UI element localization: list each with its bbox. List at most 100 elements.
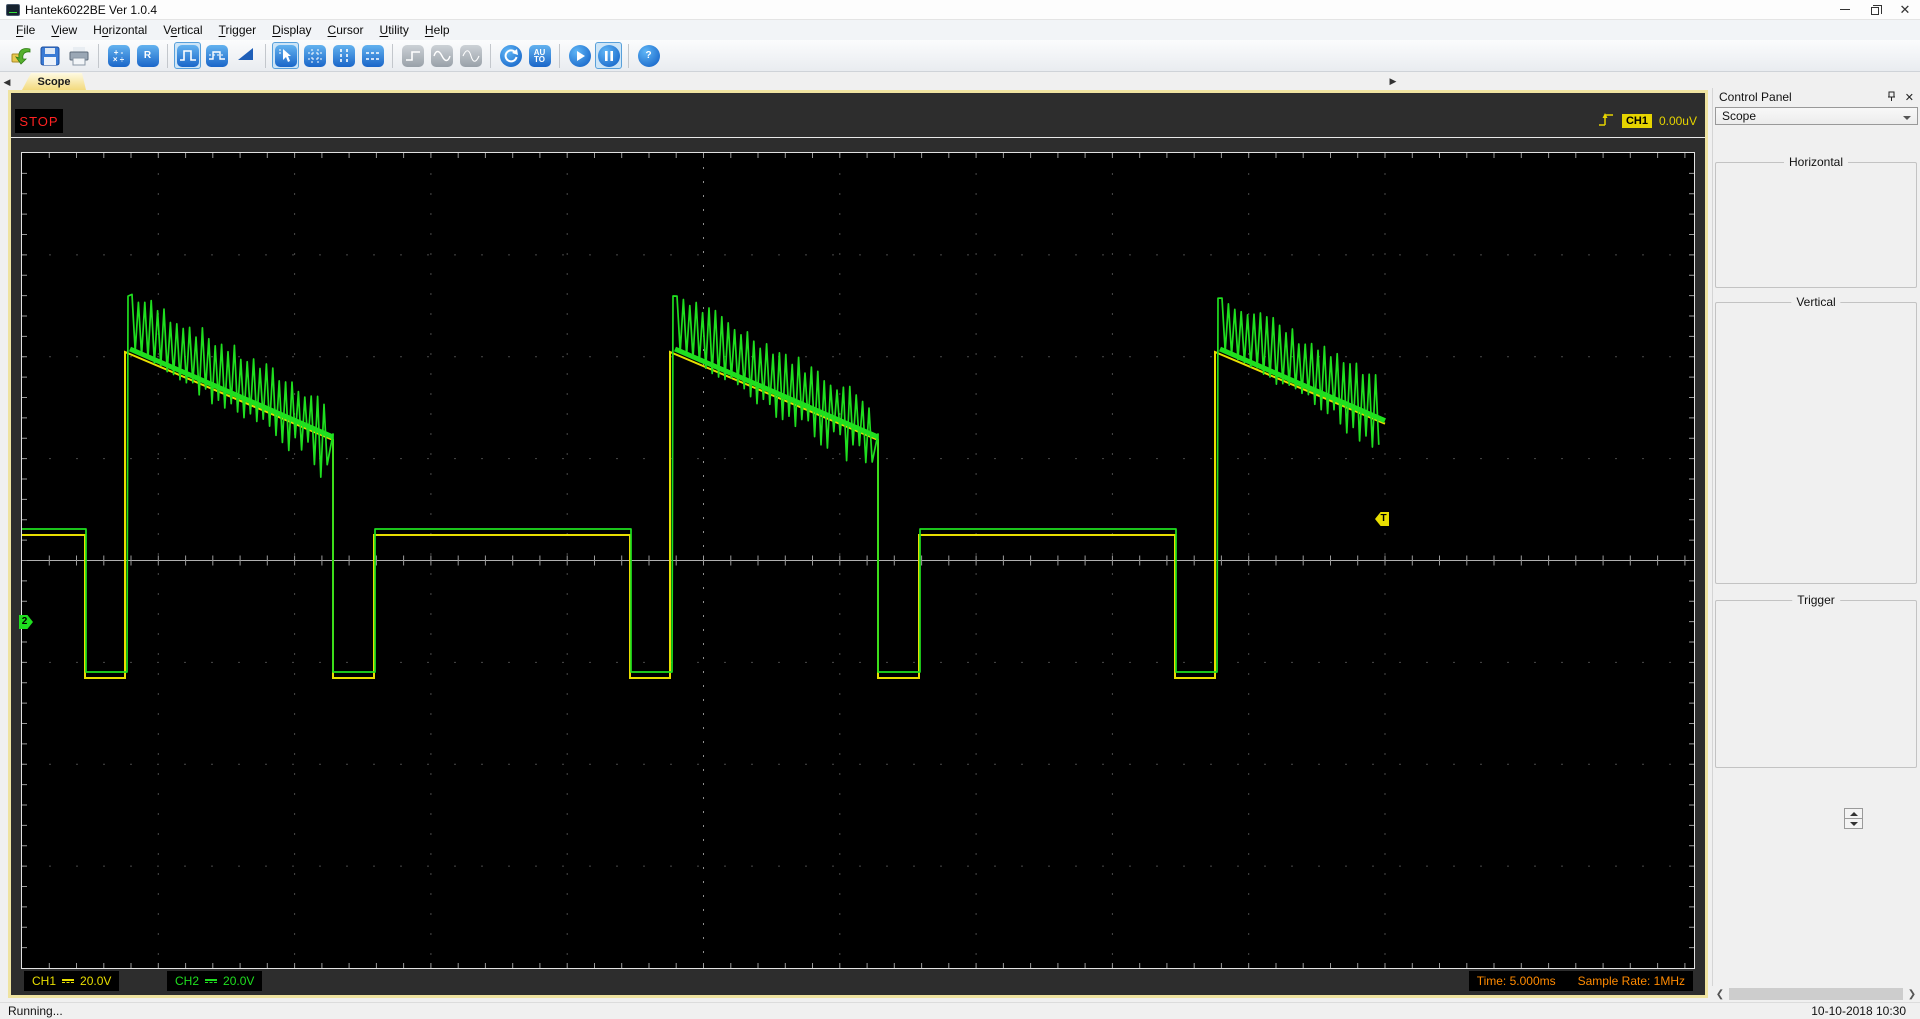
- pointer-cursor-icon: [274, 44, 297, 67]
- tab-scroll-left-icon[interactable]: ◀: [0, 75, 14, 90]
- menu-item-display[interactable]: Display: [264, 21, 319, 39]
- square-wave-button[interactable]: [174, 42, 201, 69]
- ch2-scale-readout: CH2 20.0V: [167, 971, 263, 991]
- run-status-badge: STOP: [15, 109, 63, 133]
- ch1-scale-readout: CH1 20.0V: [24, 971, 120, 991]
- horizontal-group: Horizontal: [1715, 155, 1917, 288]
- math-button[interactable]: + - × ÷: [105, 42, 132, 69]
- toolbar-separator: [392, 43, 393, 68]
- app-icon: [6, 3, 20, 16]
- menu-item-file[interactable]: File: [8, 21, 43, 39]
- close-panel-icon[interactable]: ✕: [1905, 91, 1914, 104]
- grid-cursor-button[interactable]: [301, 42, 328, 69]
- ch2-trace: [22, 293, 1380, 673]
- trigger-group-title: Trigger: [1792, 593, 1840, 607]
- control-panel-header: Control Panel ✕: [1713, 88, 1920, 106]
- vertical-cursors-icon: [332, 44, 355, 67]
- menu-item-horizontal[interactable]: Horizontal: [85, 21, 155, 39]
- vertical-cursors-button[interactable]: [330, 42, 357, 69]
- help-button[interactable]: ?: [635, 42, 662, 69]
- tab-strip: ◀ Scope ▶: [0, 72, 1404, 90]
- minimize-icon: [1840, 9, 1850, 10]
- tab-scroll-right-icon[interactable]: ▶: [1386, 74, 1400, 89]
- save-button[interactable]: [36, 42, 63, 69]
- print-button[interactable]: [65, 42, 92, 69]
- auto-icon: AU TO: [528, 44, 551, 67]
- spin-down-button[interactable]: [1844, 818, 1863, 829]
- menu-item-help[interactable]: Help: [417, 21, 458, 39]
- close-icon: ✕: [1899, 2, 1911, 17]
- auto-setup-button[interactable]: [497, 42, 524, 69]
- save-icon: [39, 45, 61, 67]
- control-panel-scrollbar[interactable]: ❮ ❯: [1712, 986, 1920, 1002]
- print-icon: [68, 45, 90, 67]
- horizontal-group-title: Horizontal: [1783, 155, 1849, 169]
- square-wave-alt-button[interactable]: [203, 42, 230, 69]
- grid-cursor-icon: [303, 44, 326, 67]
- sine-wave-button-disabled: [428, 42, 455, 69]
- restore-button[interactable]: [1860, 0, 1890, 20]
- scroll-left-icon[interactable]: ❮: [1712, 986, 1728, 1002]
- minimize-button[interactable]: [1830, 0, 1860, 20]
- restore-icon: [1871, 4, 1882, 15]
- math-icon: + - × ÷: [107, 44, 130, 67]
- scope-graticule-frame: 2 T: [19, 152, 1695, 969]
- square-wave-icon: [176, 44, 199, 67]
- scope-graticule: [22, 153, 1694, 968]
- sample-rate: Sample Rate: 1MHz: [1577, 974, 1685, 988]
- menu-item-utility[interactable]: Utility: [372, 21, 417, 39]
- pin-icon[interactable]: [1886, 91, 1897, 102]
- play-icon: [568, 44, 591, 67]
- step-wave-icon: [401, 44, 424, 67]
- play-button[interactable]: [566, 42, 593, 69]
- reference-button[interactable]: R: [134, 42, 161, 69]
- toolbar-separator: [167, 43, 168, 68]
- auto-button[interactable]: AU TO: [526, 42, 553, 69]
- menu-item-view[interactable]: View: [43, 21, 85, 39]
- chevron-down-icon: [1903, 116, 1911, 120]
- menu-item-trigger[interactable]: Trigger: [211, 21, 265, 39]
- ch1-coupling-icon: [62, 979, 75, 983]
- scrollbar-thumb[interactable]: [1729, 988, 1903, 1000]
- app-window: { "window": { "title": "Hantek6022BE Ver…: [0, 0, 1920, 1019]
- tab-scope[interactable]: Scope: [22, 73, 86, 90]
- pointer-cursor-button[interactable]: [272, 42, 299, 69]
- open-button[interactable]: [7, 42, 34, 69]
- toolbar-separator: [490, 43, 491, 68]
- timebase-readout: Time: 5.000ms Sample Rate: 1MHz: [1468, 971, 1693, 991]
- control-panel: Control Panel ✕ Scope Horizontal Time/DI…: [1712, 88, 1920, 1004]
- ramp-button[interactable]: [232, 42, 259, 69]
- sine-wave-icon: [430, 44, 453, 67]
- status-text: Running...: [8, 1004, 63, 1018]
- open-icon: [10, 45, 32, 67]
- menu-bar: File View Horizontal Vertical Trigger Display…: [0, 20, 1920, 40]
- pause-button[interactable]: [595, 42, 622, 69]
- close-button[interactable]: ✕: [1890, 0, 1920, 20]
- sine-wave2-button-disabled: [457, 42, 484, 69]
- menu-item-cursor[interactable]: Cursor: [320, 21, 372, 39]
- horizontal-cursors-button[interactable]: [359, 42, 386, 69]
- toolbar-separator: [98, 43, 99, 68]
- help-icon: ?: [637, 44, 660, 67]
- status-bar: Running... 10-10-2018 10:30: [0, 1002, 1920, 1019]
- menu-item-vertical[interactable]: Vertical: [155, 21, 210, 39]
- ch2-coupling-icon: [205, 979, 218, 983]
- trigger-edge-icon: [1598, 113, 1613, 126]
- trigger-level-spinner: [1844, 808, 1863, 829]
- vertical-group: Vertical: [1715, 295, 1917, 584]
- toolbar-separator: [559, 43, 560, 68]
- scope-header: STOP CH1 0.00uV: [11, 93, 1705, 138]
- toolbar-separator: [628, 43, 629, 68]
- scroll-right-icon[interactable]: ❯: [1904, 986, 1920, 1002]
- datetime-text: 10-10-2018 10:30: [1811, 1004, 1906, 1018]
- control-panel-title: Control Panel: [1719, 90, 1792, 104]
- square-wave-alt-icon: [205, 44, 228, 67]
- scope-panel: STOP CH1 0.00uV 2 T CH1 20.0V CH2 20.0V …: [8, 90, 1708, 998]
- trigger-level-value: 0.00uV: [1658, 113, 1697, 128]
- main-toolbar: + - × ÷ R AU TO ?: [0, 40, 1920, 72]
- step-wave-button-disabled: [399, 42, 426, 69]
- toolbar-separator: [265, 43, 266, 68]
- title-bar: Hantek6022BE Ver 1.0.4 ✕: [0, 0, 1920, 20]
- panel-selector-dropdown[interactable]: Scope: [1715, 107, 1918, 125]
- auto-setup-icon: [499, 44, 522, 67]
